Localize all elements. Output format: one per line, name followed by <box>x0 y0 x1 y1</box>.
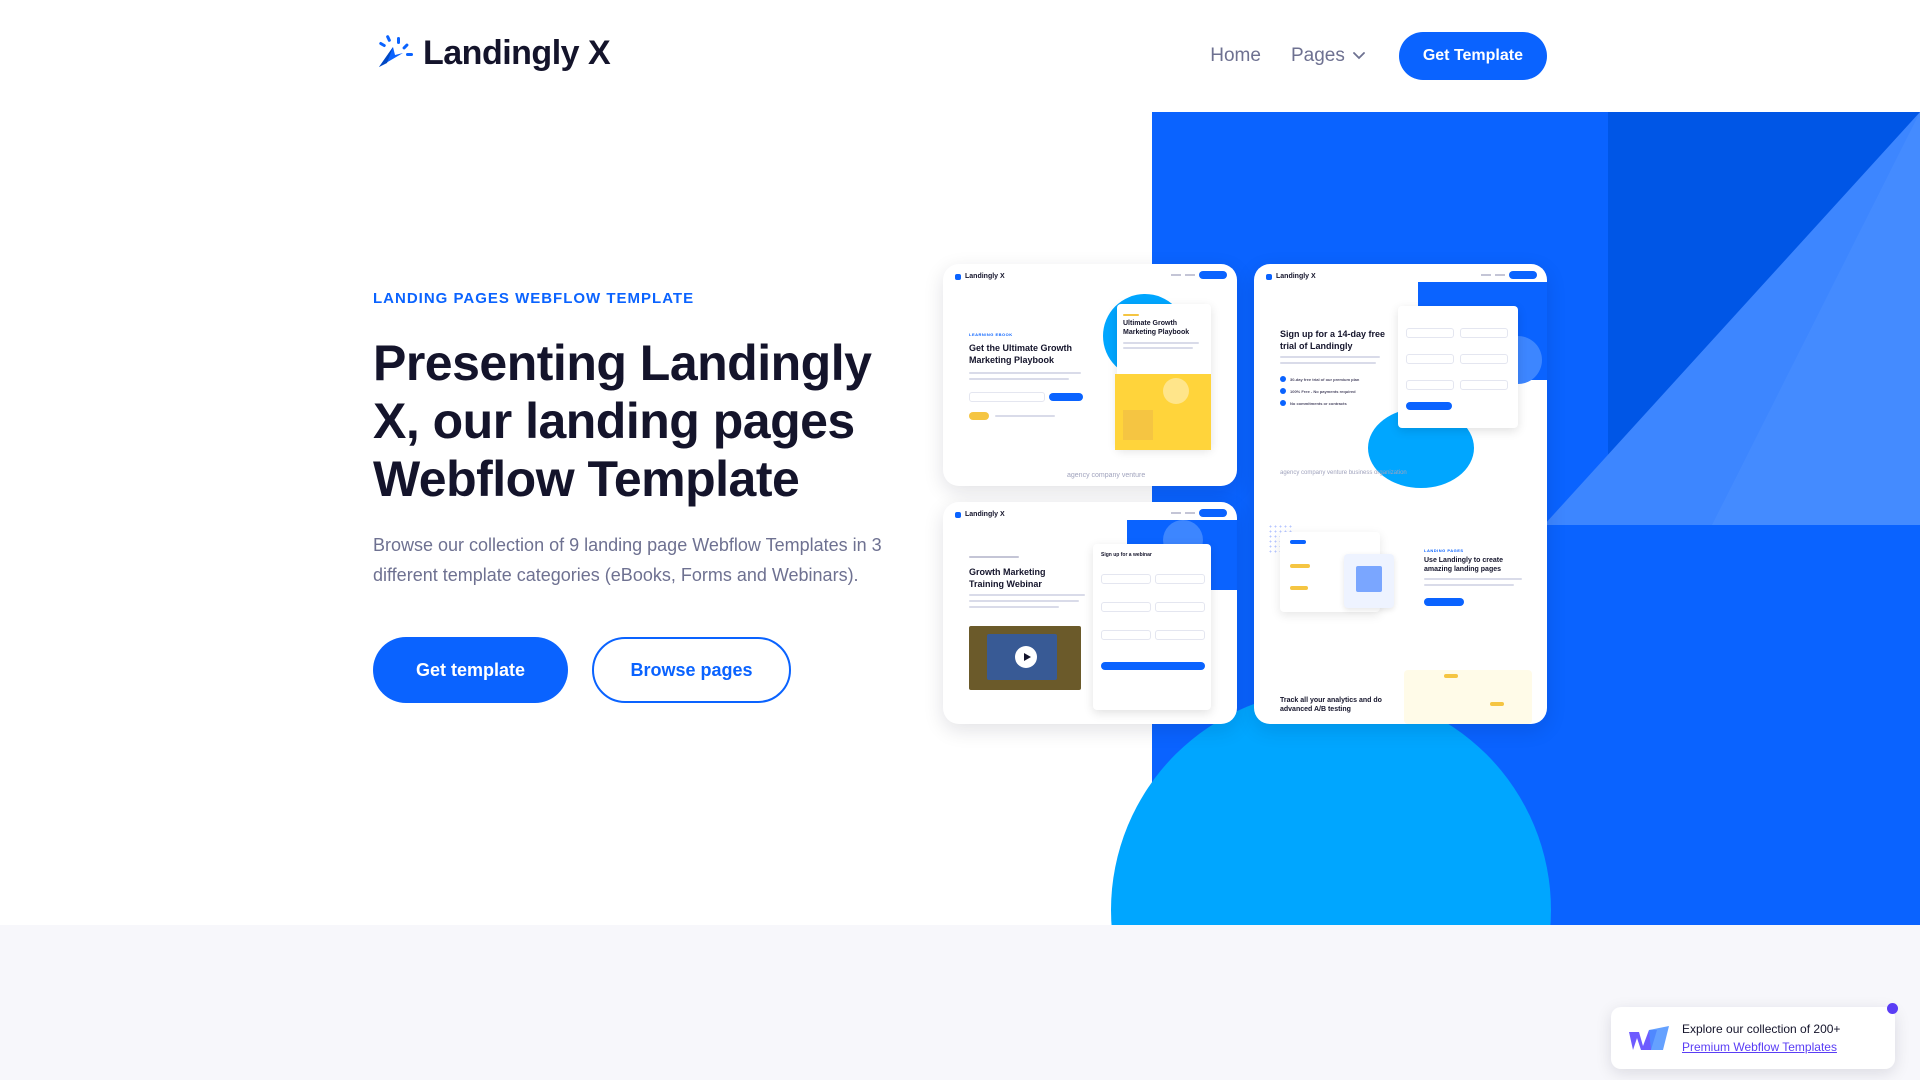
main-nav: Home Pages Get Template <box>1210 32 1547 80</box>
nav-home[interactable]: Home <box>1210 45 1261 67</box>
chevron-down-icon <box>1352 52 1365 60</box>
preview-card-title: Growth Marketing Training Webinar <box>969 567 1046 589</box>
preview-logos: agency company venture <box>1067 472 1146 479</box>
preview-check-3: No commitments or contracts <box>1290 401 1347 406</box>
preview-feature-title: Use Landingly to create amazing landing … <box>1424 557 1503 573</box>
play-icon <box>1024 653 1031 661</box>
hero-eyebrow: LANDING PAGES WEBFLOW TEMPLATE <box>373 290 695 307</box>
preview-card-ebook[interactable]: Landingly X LEARNING EBOOK Get the Ultim… <box>943 264 1237 486</box>
preview-card-logo: Landingly X <box>1266 273 1316 280</box>
browse-pages-button[interactable]: Browse pages <box>592 637 791 703</box>
logo-burst-icon <box>379 35 413 67</box>
preview-card-nav <box>1481 271 1537 279</box>
preview-bottom-title: Track all your analytics and do advanced… <box>1280 697 1382 713</box>
preview-card-nav <box>1171 271 1227 279</box>
badge-line1: Explore our collection of 200+ <box>1682 1022 1841 1036</box>
premium-templates-badge[interactable]: Explore our collection of 200+ Premium W… <box>1611 1007 1895 1069</box>
get-template-button[interactable]: Get template <box>373 637 568 703</box>
webflow-logo-icon <box>1629 1026 1669 1050</box>
preview-check-2: 100% Free - No payments required <box>1290 389 1356 394</box>
preview-eyebrow: LEARNING EBOOK <box>969 332 1013 337</box>
hero-headline: Presenting Landingly X, our landing page… <box>373 335 872 507</box>
preview-form-title: Sign up for a webinar <box>1101 552 1152 558</box>
badge-text: Explore our collection of 200+ Premium W… <box>1682 1020 1840 1056</box>
site-header: Landingly X Home Pages Get Template <box>0 0 1920 112</box>
logo[interactable]: Landingly X <box>373 33 611 73</box>
preview-card-trial[interactable]: Landingly X Sign up for a 14-day free tr… <box>1254 264 1547 724</box>
preview-logos: agency company venture business organiza… <box>1280 470 1407 476</box>
hero-subtext: Browse our collection of 9 landing page … <box>373 535 882 585</box>
preview-check-1: 30-day free trial of our premium plan <box>1290 377 1360 382</box>
preview-feature-eyebrow: LANDING PAGES <box>1424 548 1464 553</box>
preview-card-title: Get the Ultimate Growth Marketing Playbo… <box>969 343 1073 365</box>
badge-premium-link[interactable]: Premium Webflow Templates <box>1682 1038 1840 1056</box>
nav-pages-label: Pages <box>1290 45 1345 66</box>
logo-text: Landingly X <box>423 33 611 72</box>
preview-card-title: Sign up for a 14-day free trial of Landi… <box>1280 329 1386 351</box>
preview-card-webinar[interactable]: Landingly X Growth Marketing Training We… <box>943 502 1237 724</box>
preview-book-title: Ultimate Growth Marketing Playbook <box>1123 320 1190 336</box>
get-template-nav-button[interactable]: Get Template <box>1398 32 1547 80</box>
preview-card-logo: Landingly X <box>955 511 1005 518</box>
preview-card-nav <box>1171 509 1227 517</box>
preview-card-logo: Landingly X <box>955 273 1005 280</box>
nav-pages-dropdown[interactable]: Pages <box>1291 45 1365 67</box>
badge-notification-dot <box>1887 1003 1898 1014</box>
